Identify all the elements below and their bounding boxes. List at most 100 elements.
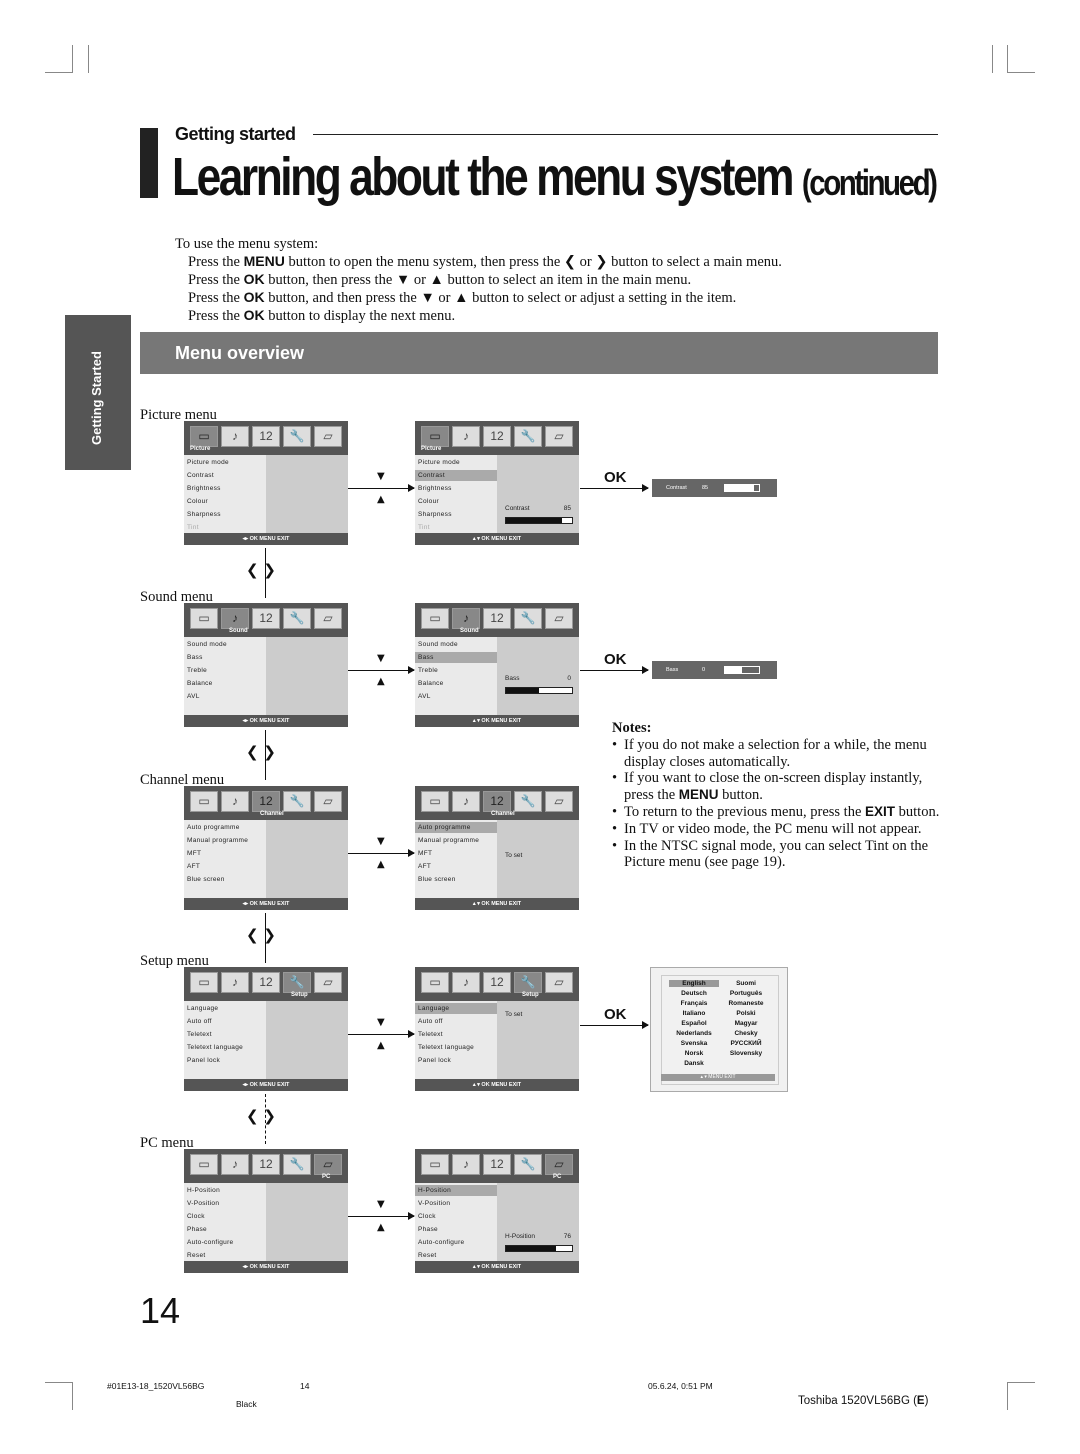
step-key: OK [243, 289, 265, 305]
mini-value: 0 [702, 667, 706, 673]
menu-icon-bar: ▭ ♪ 12 🔧 ▱ Setup [415, 967, 579, 1001]
12-icon: 12 [483, 1154, 511, 1175]
intro-step: Press the OK button, then press the ▼ or… [188, 271, 782, 289]
12-icon: 12 [252, 972, 280, 993]
menu-item: Teletext [418, 1031, 443, 1038]
note-icon: ♪ [221, 972, 249, 993]
language-option: Suomi [736, 980, 756, 987]
tv-icon: ▭ [421, 972, 449, 993]
note-text: button. [718, 787, 763, 804]
tv-icon: ▭ [190, 608, 218, 629]
menu-item: Picture mode [418, 459, 460, 466]
menu-overview-banner: Menu overview [140, 332, 938, 374]
12-icon: 12 [483, 972, 511, 993]
setting-bar-fill [506, 518, 563, 523]
language-footer: ▴ ▾ MENU EXIT [661, 1074, 775, 1081]
tv-icon: ▭ [421, 608, 449, 629]
setting-note: To set [505, 1011, 523, 1018]
menu-item: Clock [418, 1213, 436, 1220]
ok-label: OK [604, 651, 627, 668]
menu-icon-bar: ▭ ♪ 12 🔧 ▱ PC [415, 1149, 579, 1183]
setting-bar-fill [506, 1246, 557, 1251]
menu-icon-bar: ▭ ♪ 12 🔧 ▱ Picture [415, 421, 579, 455]
nav-vertical-arrow [265, 913, 266, 963]
menu-item: Bass [415, 652, 497, 663]
tv-icon: ▭ [190, 791, 218, 812]
nav-vertical-arrow [265, 548, 266, 598]
menu-item: Treble [418, 667, 438, 674]
menu-screen: ▭ ♪ 12 🔧 ▱ Setup Language Auto off Teletext Telet… [184, 967, 348, 1091]
tv-icon: ▭ [421, 426, 449, 447]
menu-screen: ▭ ♪ 12 🔧 ▱ PC H-Position V-Position Clock Phase Au… [415, 1149, 579, 1273]
mini-name: Bass [666, 667, 679, 673]
mini-slider: Contrast 85 [652, 479, 777, 497]
menu-tab-label: Channel [491, 811, 515, 817]
arrow-right [348, 484, 415, 492]
menu-item: Auto-configure [418, 1239, 465, 1246]
mini-name: Contrast [666, 485, 687, 491]
menu-tab-label: Picture [421, 446, 442, 452]
notes: Notes: If you do not make a selection fo… [612, 720, 942, 871]
overview-title: Menu overview [175, 343, 305, 363]
setting-bar [505, 1245, 573, 1252]
step-text: Press the [188, 290, 244, 306]
menu-footer: ◂▸ OK MENU EXIT [184, 715, 348, 727]
menu-list: Picture mode Contrast Brightness Colour Shar… [415, 455, 497, 533]
mini-value: 85 [702, 485, 709, 491]
tv-icon: ▭ [190, 1154, 218, 1175]
menu-tab-label: Channel [260, 811, 284, 817]
pc-icon: ▱ [314, 608, 342, 629]
menu-icon-bar: ▭ ♪ 12 🔧 ▱ Setup [184, 967, 348, 1001]
model-region: E [916, 1395, 925, 1407]
tv-icon: ▭ [190, 972, 218, 993]
mini-bar-fill [725, 485, 754, 491]
menu-item: Contrast [187, 472, 214, 479]
language-option: Português [729, 990, 763, 997]
notes-title: Notes: [612, 720, 652, 736]
setting-value: 0 [567, 675, 571, 682]
menu-item: Sound mode [418, 641, 458, 648]
language-option: Polski [736, 1010, 756, 1017]
note-icon: ♪ [452, 426, 480, 447]
print-color: Black [236, 1399, 257, 1409]
12-icon: 12 [252, 791, 280, 812]
language-screen: English Suomi Deutsch Português Français Roma… [650, 967, 788, 1092]
wrench-icon: 🔧 [514, 608, 542, 629]
menu-footer: ▴ ▾ OK MENU EXIT [415, 533, 579, 545]
menu-item: Auto off [187, 1018, 212, 1025]
menu-item: Manual programme [187, 837, 249, 844]
menu-list: H-Position V-Position Clock Phase Auto-confi… [184, 1183, 266, 1261]
note-item: In the NTSC signal mode, you can select … [612, 838, 942, 872]
note-text: button. [895, 803, 940, 820]
note-text: In TV or video mode, the PC menu will no… [624, 820, 922, 837]
header-rule [313, 134, 938, 135]
step-key: OK [243, 271, 265, 287]
arrow-right [348, 666, 415, 674]
step-text: Press the [188, 308, 244, 324]
pc-icon: ▱ [545, 426, 573, 447]
menu-list: Language Auto off Teletext Teletext languag… [184, 1001, 266, 1079]
menu-tab-label: Setup [522, 992, 539, 998]
intro-step: Press the MENU button to open the menu s… [188, 253, 782, 271]
note-item: In TV or video mode, the PC menu will no… [612, 821, 942, 838]
note-text: To return to the previous menu, press th… [624, 803, 865, 820]
menu-item: Reset [187, 1252, 206, 1259]
header-bar [140, 128, 158, 198]
language-option: РУССКИЙ [730, 1040, 762, 1047]
menu-icon-bar: ▭ ♪ 12 🔧 ▱ Channel [184, 786, 348, 820]
up-arrow-icon: ▲ [377, 1040, 385, 1051]
language-option: Magyar [734, 1020, 758, 1027]
menu-screen: ▭ ♪ 12 🔧 ▱ Setup Language Auto off Teletext Telet… [415, 967, 579, 1091]
up-arrow-icon: ▲ [377, 859, 385, 870]
menu-screen: ▭ ♪ 12 🔧 ▱ Channel Auto programme Manual progra… [415, 786, 579, 910]
menu-screen: ▭ ♪ 12 🔧 ▱ Channel Auto programme Manual progra… [184, 786, 348, 910]
menu-item: MFT [187, 850, 202, 857]
menu-footer: ◂▸ OK MENU EXIT [184, 898, 348, 910]
menu-list: Auto programme Manual programme MFT AFT Blue… [184, 820, 266, 898]
step-text: Press the [188, 254, 244, 270]
note-key: EXIT [865, 803, 896, 819]
menu-item: Teletext [187, 1031, 212, 1038]
menu-tab-label: PC [322, 1174, 331, 1180]
menu-item: AFT [187, 863, 201, 870]
nav-vertical-arrow [265, 730, 266, 780]
